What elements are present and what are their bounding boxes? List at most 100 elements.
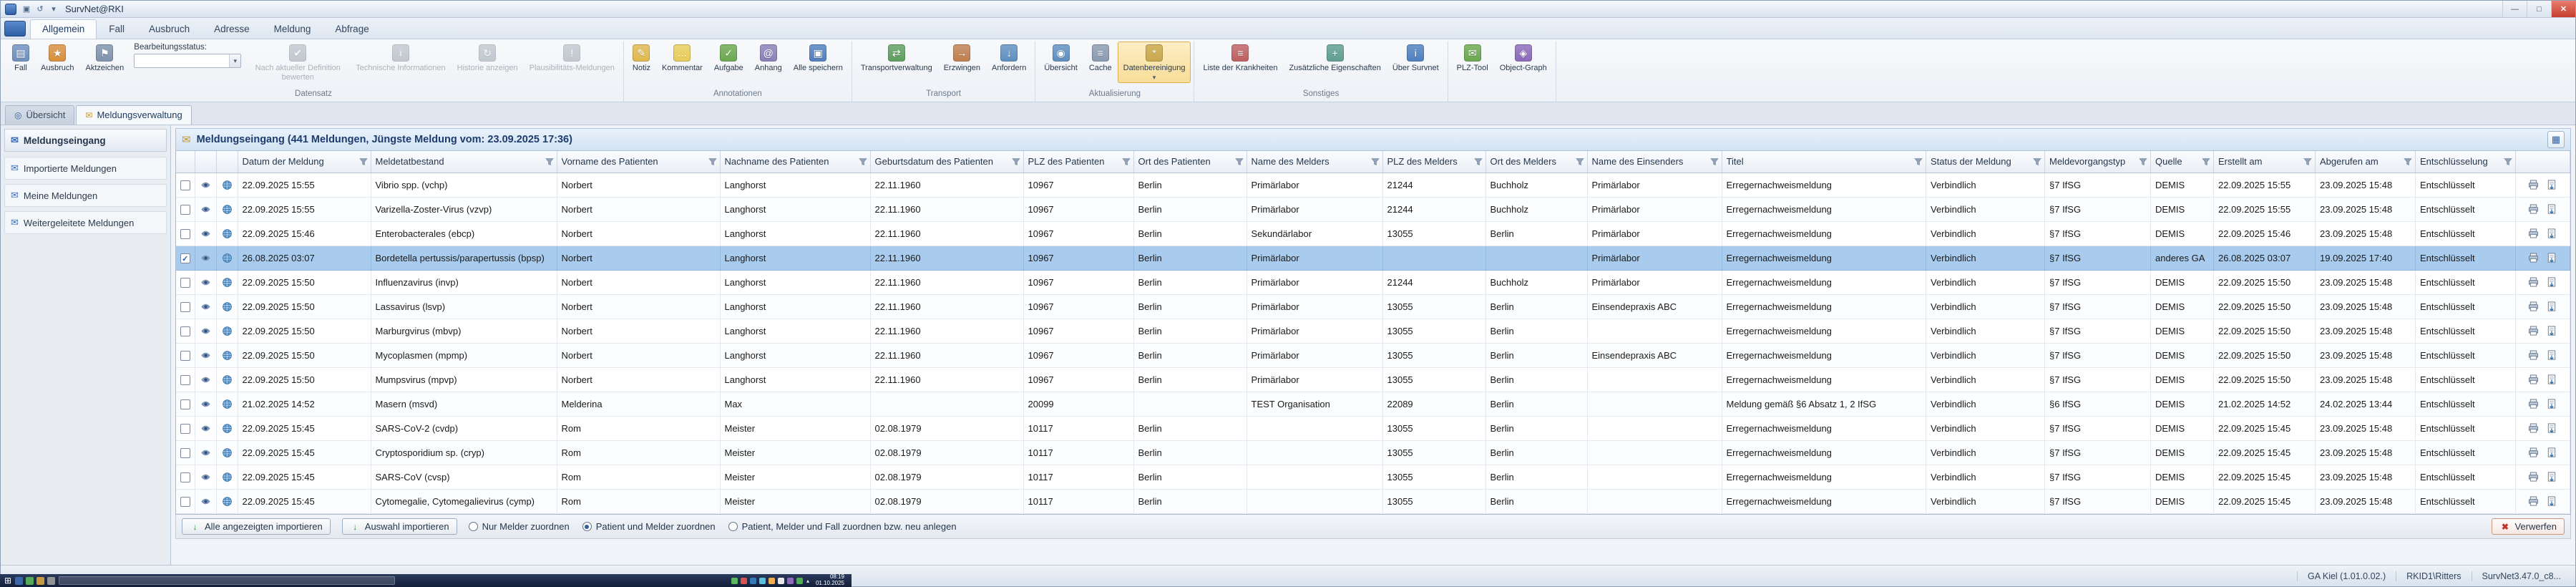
column-header-titel[interactable]: Titel	[1722, 151, 1926, 173]
liste-der-krankheiten-button[interactable]: ≡Liste der Krankheiten	[1197, 42, 1283, 74]
transport-info-button[interactable]	[220, 446, 234, 460]
ribbon-tab-ausbruch[interactable]: Ausbruch	[137, 19, 202, 39]
datenbereinigung-button[interactable]: *Datenbereinigung▾	[1118, 42, 1191, 83]
transport-info-button[interactable]	[220, 178, 234, 192]
pinned-app-icon[interactable]	[26, 577, 34, 585]
transportverwaltung-button[interactable]: ⇄Transportverwaltung	[855, 42, 938, 74]
export-row-button[interactable]	[2545, 421, 2559, 435]
row-checkbox[interactable]	[180, 278, 190, 288]
radio-nur-melder-zuordnen[interactable]: Nur Melder zuordnen	[469, 521, 570, 532]
column-header-entschluesselung[interactable]: Entschlüsselung	[2416, 151, 2516, 173]
view-row-button[interactable]	[198, 203, 213, 217]
row-checkbox[interactable]	[180, 229, 190, 239]
view-row-button[interactable]	[198, 470, 213, 485]
close-button[interactable]: ✕	[2551, 1, 2575, 17]
view-row-button[interactable]	[198, 349, 213, 363]
print-row-button[interactable]	[2527, 251, 2541, 265]
transport-info-button[interactable]	[220, 324, 234, 339]
filter-icon[interactable]	[545, 157, 554, 166]
ribbon-tab-adresse[interactable]: Adresse	[202, 19, 262, 39]
application-menu-button[interactable]	[4, 21, 26, 37]
table-row[interactable]: 22.09.2025 15:55Varizella-Zoster-Virus (…	[176, 198, 2570, 222]
view-row-button[interactable]	[198, 324, 213, 339]
print-row-button[interactable]	[2527, 324, 2541, 338]
view-row-button[interactable]	[198, 495, 213, 509]
filter-icon[interactable]	[1371, 157, 1380, 166]
filter-icon[interactable]	[2404, 157, 2412, 166]
export-row-button[interactable]	[2545, 470, 2559, 484]
column-header-ort_melder[interactable]: Ort des Melders	[1485, 151, 1587, 173]
view-row-button[interactable]	[198, 227, 213, 241]
filter-icon[interactable]	[2303, 157, 2312, 166]
filter-icon[interactable]	[1122, 157, 1131, 166]
import-selection-button[interactable]: ↓ Auswahl importieren	[342, 518, 457, 535]
taskbar-clock[interactable]: 08:19 01.10.2025	[816, 574, 844, 587]
pinned-app-icon[interactable]	[47, 577, 55, 585]
panel-action-button[interactable]: ▦	[2547, 131, 2565, 148]
notiz-button[interactable]: ✎Notiz	[627, 42, 656, 74]
sidebar-item-meldungseingang[interactable]: ✉ Meldungseingang	[4, 129, 167, 152]
zusätzliche-eigenschaften-button[interactable]: +Zusätzliche Eigenschaften	[1283, 42, 1386, 74]
column-header-plz_melder[interactable]: PLZ des Melders	[1382, 151, 1485, 173]
tray-icon[interactable]	[787, 578, 794, 584]
radio-patient-melder-und-fall-zuordnen-bzw-neu-anlegen[interactable]: Patient, Melder und Fall zuordnen bzw. n…	[728, 521, 957, 532]
column-header-plz_patient[interactable]: PLZ des Patienten	[1023, 151, 1133, 173]
object-graph-button[interactable]: ◈Object-Graph	[1494, 42, 1553, 74]
ribbon-tab-allgemein[interactable]: Allgemein	[30, 19, 97, 39]
column-header-quelle[interactable]: Quelle	[2151, 151, 2214, 173]
table-row[interactable]: 22.09.2025 15:46Enterobacterales (ebcp)N…	[176, 222, 2570, 246]
filter-icon[interactable]	[1012, 157, 1020, 166]
tray-icon[interactable]	[769, 578, 775, 584]
über-survnet-button[interactable]: iÜber Survnet	[1387, 42, 1445, 74]
view-row-button[interactable]	[198, 446, 213, 460]
export-row-button[interactable]	[2545, 324, 2559, 338]
tray-icon[interactable]	[759, 578, 766, 584]
print-row-button[interactable]	[2527, 445, 2541, 460]
transport-info-button[interactable]	[220, 397, 234, 412]
export-row-button[interactable]	[2545, 251, 2559, 265]
export-row-button[interactable]	[2545, 226, 2559, 241]
transport-info-button[interactable]	[220, 422, 234, 436]
export-row-button[interactable]	[2545, 178, 2559, 192]
tray-icon[interactable]	[731, 578, 738, 584]
filter-icon[interactable]	[2033, 157, 2041, 166]
sidebar-item-weitergeleitete-meldungen[interactable]: ✉Weitergeleitete Meldungen	[4, 211, 167, 234]
filter-icon[interactable]	[1474, 157, 1483, 166]
print-row-button[interactable]	[2527, 494, 2541, 508]
filter-icon[interactable]	[359, 157, 368, 166]
minimize-button[interactable]: —	[2502, 1, 2527, 17]
table-row[interactable]: 22.09.2025 15:45SARS-CoV (cvsp)RomMeiste…	[176, 465, 2570, 490]
kommentar-button[interactable]: …Kommentar	[656, 42, 708, 74]
print-row-button[interactable]	[2527, 421, 2541, 435]
transport-info-button[interactable]	[220, 495, 234, 509]
column-header-meldevorgangstyp[interactable]: Meldevorgangstyp	[2045, 151, 2151, 173]
tray-icon[interactable]	[778, 578, 784, 584]
view-row-button[interactable]	[198, 422, 213, 436]
column-header-erstellt[interactable]: Erstellt am	[2214, 151, 2316, 173]
transport-info-button[interactable]	[220, 251, 234, 266]
column-header-vorname[interactable]: Vorname des Patienten	[557, 151, 720, 173]
radio-patient-und-melder-zuordnen[interactable]: Patient und Melder zuordnen	[582, 521, 716, 532]
print-row-button[interactable]	[2527, 348, 2541, 362]
print-row-button[interactable]	[2527, 178, 2541, 192]
transport-info-button[interactable]	[220, 300, 234, 314]
aktzeichen-button[interactable]: ⚑Aktzeichen	[79, 42, 130, 74]
anhang-button[interactable]: @Anhang	[749, 42, 788, 74]
print-row-button[interactable]	[2527, 275, 2541, 289]
table-row[interactable]: 22.09.2025 15:50Influenzavirus (invp)Nor…	[176, 271, 2570, 295]
column-header-geburtsdatum[interactable]: Geburtsdatum des Patienten	[870, 151, 1023, 173]
print-row-button[interactable]	[2527, 372, 2541, 387]
transport-info-button[interactable]	[220, 276, 234, 290]
transport-info-button[interactable]	[220, 203, 234, 217]
table-row[interactable]: 22.09.2025 15:50Mycoplasmen (mpmp)Norber…	[176, 344, 2570, 368]
filter-icon[interactable]	[2504, 157, 2512, 166]
row-checkbox[interactable]	[180, 497, 190, 507]
column-header-datum[interactable]: Datum der Meldung	[238, 151, 371, 173]
print-row-button[interactable]	[2527, 397, 2541, 411]
alle-speichern-button[interactable]: ▣Alle speichern	[788, 42, 849, 74]
sidebar-item-importierte-meldungen[interactable]: ✉Importierte Meldungen	[4, 157, 167, 180]
row-checkbox[interactable]	[180, 180, 190, 190]
view-row-button[interactable]	[198, 397, 213, 412]
tab-meldungsverwaltung[interactable]: ✉ Meldungsverwaltung	[76, 105, 191, 125]
row-checkbox[interactable]: ✓	[180, 253, 190, 263]
